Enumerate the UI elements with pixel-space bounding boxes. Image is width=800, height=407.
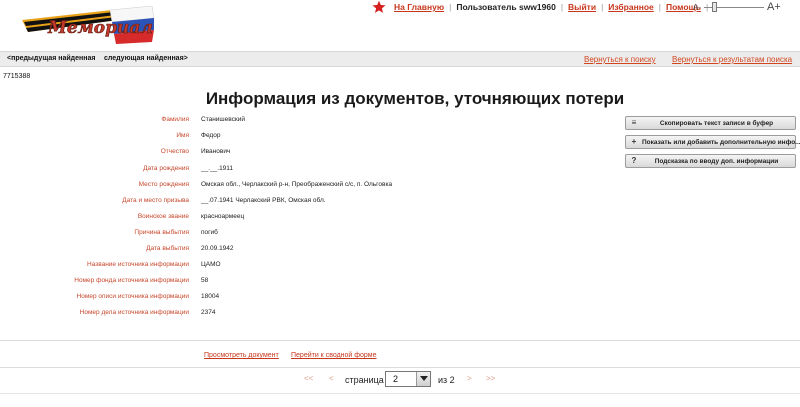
svg-text:Мемориал: Мемориал [47, 18, 153, 38]
separator: | [658, 2, 661, 12]
font-increase-button[interactable]: A+ [767, 1, 781, 13]
field-label: Место рождения [138, 181, 189, 188]
page-total-label: из 2 [438, 375, 455, 385]
field-label: Имя [176, 132, 189, 139]
info-hint-button[interactable]: ? Подсказка по вводу доп. информации [625, 154, 796, 168]
field-value: 2374 [201, 309, 216, 316]
summary-form-link[interactable]: Перейти к сводной форме [291, 352, 377, 359]
first-page-button[interactable]: << [304, 374, 313, 383]
field-value: Иванович [201, 148, 231, 155]
field-value: __.__.1911 [201, 165, 234, 172]
field-label: Название источника информации [87, 261, 189, 268]
pagination: << < страница 2 из 2 > >> [0, 370, 800, 390]
field-row: Отчество Иванович [0, 146, 600, 160]
button-label: Подсказка по вводу доп. информации [654, 158, 779, 165]
view-document-link[interactable]: Просмотреть документ [204, 352, 279, 359]
user-name: Пользователь sww1960 [456, 2, 556, 12]
field-row: Дата выбытия 20.09.1942 [0, 243, 600, 257]
favorites-link[interactable]: Избранное [608, 2, 653, 12]
field-value: Омская обл., Черлакский р-н, Преображенс… [201, 181, 393, 188]
memorial-logo[interactable]: Мемориал [22, 6, 154, 44]
logout-link[interactable]: Выйти [568, 2, 596, 12]
slider-thumb[interactable] [712, 2, 717, 12]
list-icon: ≡ [631, 118, 637, 127]
field-label: Номер описи источника информации [76, 293, 189, 300]
font-size-control: A- A+ [693, 1, 781, 13]
field-row: Номер фонда источника информации 58 [0, 275, 600, 289]
field-value: 18004 [201, 293, 220, 300]
result-navigation-bar: <предыдущая найденная следующая найденна… [0, 51, 800, 67]
divider [0, 367, 800, 368]
field-label: Отчество [160, 148, 189, 155]
home-link[interactable]: На Главную [394, 2, 444, 12]
field-value: ЦАМО [201, 261, 221, 268]
page-select[interactable]: 2 [385, 371, 431, 387]
field-row: Имя Федор [0, 130, 600, 144]
field-row: Номер дела источника информации 2374 [0, 307, 600, 321]
record-id: 7715388 [3, 73, 31, 80]
question-icon: ? [631, 156, 637, 165]
add-info-button[interactable]: + Показать или добавить дополнительную и… [625, 135, 800, 149]
field-row: Дата рождения __.__.1911 [0, 163, 600, 177]
field-label: Дата выбытия [146, 245, 189, 252]
page-select-value: 2 [393, 374, 399, 384]
button-label: Показать или добавить дополнительную инф… [642, 139, 800, 146]
field-label: Номер дела источника информации [79, 309, 189, 316]
divider [0, 393, 800, 394]
page-title: Информация из документов, уточняющих пот… [205, 89, 625, 108]
field-label: Номер фонда источника информации [74, 277, 189, 284]
prev-page-button[interactable]: < [329, 374, 334, 383]
field-value: 58 [201, 277, 209, 284]
dropdown-arrow-icon[interactable] [416, 372, 430, 386]
field-value: красноармеец [201, 213, 245, 220]
star-icon [372, 0, 386, 13]
field-row: Номер описи источника информации 18004 [0, 291, 600, 305]
previous-result-link[interactable]: <предыдущая найденная [7, 55, 95, 62]
last-page-button[interactable]: >> [486, 374, 495, 383]
plus-icon: + [631, 137, 637, 146]
font-decrease-button[interactable]: A- [693, 3, 701, 12]
copy-record-button[interactable]: ≡ Скопировать текст записи в буфер [625, 116, 796, 130]
field-label: Дата и место призыва [122, 197, 189, 204]
header: Мемориал На Главную | Пользователь sww19… [0, 0, 800, 46]
field-row: Место рождения Омская обл., Черлакский р-… [0, 179, 600, 193]
field-label: Фамилия [161, 116, 189, 123]
field-label: Причина выбытия [134, 229, 189, 236]
next-result-link[interactable]: следующая найденная> [104, 55, 188, 62]
field-row: Причина выбытия погиб [0, 227, 600, 241]
back-to-results-link[interactable]: Вернуться к результатам поиска [672, 55, 792, 64]
field-value: Федор [201, 132, 221, 139]
field-value: Станишевский [201, 116, 245, 123]
field-label: Воинское звание [137, 213, 189, 220]
field-row: Фамилия Станишевский [0, 114, 600, 128]
separator: | [601, 2, 604, 12]
next-page-button[interactable]: > [467, 374, 472, 383]
divider [0, 340, 800, 341]
field-label: Дата рождения [143, 165, 189, 172]
field-value: 20.09.1942 [201, 245, 234, 252]
field-value: __.07.1941 Черлакский РВК, Омская обл. [201, 197, 326, 204]
separator: | [449, 2, 452, 12]
field-value: погиб [201, 229, 218, 236]
font-size-slider[interactable] [704, 2, 764, 12]
field-row: Название источника информации ЦАМО [0, 259, 600, 273]
field-row: Воинское звание красноармеец [0, 211, 600, 225]
field-row: Дата и место призыва __.07.1941 Черлакски… [0, 195, 600, 209]
separator: | [560, 2, 564, 12]
page-label: страница [345, 375, 384, 385]
back-to-search-link[interactable]: Вернуться к поиску [584, 55, 656, 64]
button-label: Скопировать текст записи в буфер [659, 120, 774, 127]
top-navigation: На Главную | Пользователь sww1960 | Выйт… [372, 0, 713, 14]
